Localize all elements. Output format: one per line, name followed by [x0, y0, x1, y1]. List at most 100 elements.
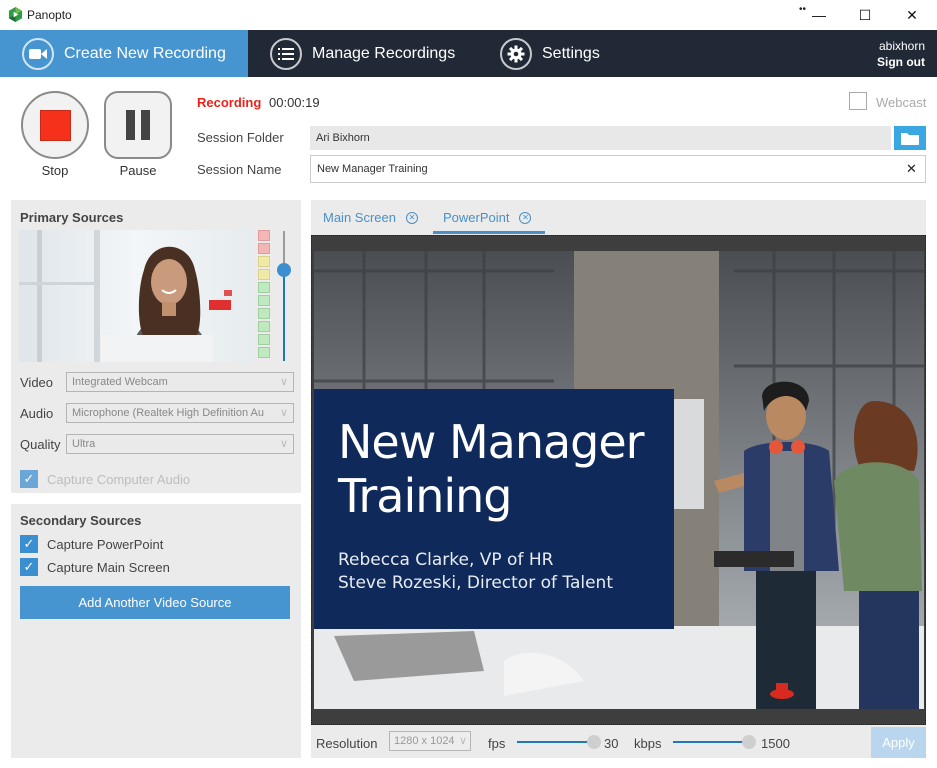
- browse-folder-button[interactable]: [894, 126, 926, 150]
- webcam-preview: [19, 230, 253, 362]
- sign-out-link[interactable]: Sign out: [877, 55, 925, 69]
- title-bar: Panopto •• — ☐ ✕: [0, 0, 937, 30]
- tab-create-new-recording[interactable]: Create New Recording: [0, 30, 248, 77]
- capture-powerpoint-checkbox[interactable]: ✓: [20, 535, 38, 553]
- volume-slider[interactable]: [277, 231, 291, 361]
- fps-slider[interactable]: [517, 741, 593, 743]
- meter-cell-green: [258, 347, 270, 358]
- quality-select[interactable]: Ultra ∨: [66, 434, 294, 454]
- add-video-source-button[interactable]: Add Another Video Source: [20, 586, 290, 619]
- checkmark-icon: ✓: [23, 559, 35, 574]
- elapsed-time: 00:00:19: [269, 95, 320, 110]
- session-folder-field[interactable]: Ari Bixhorn: [310, 126, 891, 150]
- session-name-input[interactable]: New Manager Training: [310, 155, 926, 183]
- tab-label: Settings: [542, 44, 600, 62]
- audio-source-select[interactable]: Microphone (Realtek High Definition Au ∨: [66, 403, 294, 423]
- webcast-checkbox[interactable]: [849, 92, 867, 110]
- volume-slider-thumb[interactable]: [277, 263, 291, 277]
- maximize-icon: ☐: [858, 6, 872, 23]
- video-camera-icon: [22, 37, 54, 70]
- chevron-down-icon: ∨: [279, 407, 288, 419]
- list-icon: [270, 37, 302, 70]
- video-source-select[interactable]: Integrated Webcam ∨: [66, 372, 294, 392]
- meter-cell-yellow: [258, 269, 270, 280]
- output-settings-bar: Resolution 1280 x 1024 ∨ fps 30 kbps 150…: [311, 725, 926, 758]
- video-source-value: Integrated Webcam: [72, 376, 168, 388]
- meter-cell-green: [258, 308, 270, 319]
- apply-button[interactable]: Apply: [871, 727, 926, 758]
- powerpoint-slide: New Manager Training Rebecca Clarke, VP …: [314, 251, 924, 709]
- slide-presenters: Rebecca Clarke, VP of HR Steve Rozeski, …: [338, 549, 613, 595]
- capture-powerpoint-label: Capture PowerPoint: [47, 537, 164, 552]
- webcast-label: Webcast: [876, 95, 927, 110]
- pause-button[interactable]: [104, 91, 172, 159]
- checkmark-icon: ✓: [23, 536, 35, 551]
- pause-icon: [123, 110, 153, 140]
- kbps-slider-thumb[interactable]: [742, 735, 756, 749]
- meter-cell-red: [258, 230, 270, 241]
- secondary-sources-title: Secondary Sources: [20, 513, 142, 528]
- fps-slider-thumb[interactable]: [587, 735, 601, 749]
- primary-sources-panel: Primary Sources Video Integrated Webcam …: [11, 200, 301, 493]
- slide-title-box: New Manager Training Rebecca Clarke, VP …: [314, 389, 674, 629]
- app-title: Panopto: [27, 8, 72, 22]
- capture-computer-audio-checkbox[interactable]: ✓: [20, 470, 38, 488]
- resolution-select[interactable]: 1280 x 1024 ∨: [389, 731, 471, 751]
- tab-label: PowerPoint: [443, 210, 510, 225]
- capture-main-screen-checkbox[interactable]: ✓: [20, 558, 38, 576]
- secondary-sources-panel: Secondary Sources ✓ Capture PowerPoint ✓…: [11, 504, 301, 758]
- chevron-down-icon: ∨: [458, 735, 467, 747]
- gear-icon: [500, 37, 532, 70]
- close-tab-icon[interactable]: ✕: [405, 211, 418, 224]
- panopto-logo-icon: [8, 7, 23, 22]
- stop-icon: [39, 109, 71, 141]
- kbps-slider[interactable]: [673, 741, 745, 743]
- checkmark-icon: ✓: [23, 471, 35, 486]
- kbps-label: kbps: [634, 736, 662, 751]
- audio-level-meter: [258, 230, 271, 360]
- quality-value: Ultra: [72, 438, 96, 450]
- tab-manage-recordings[interactable]: Manage Recordings: [270, 30, 455, 77]
- session-folder-label: Session Folder: [197, 130, 284, 145]
- tab-powerpoint[interactable]: PowerPoint ✕: [443, 210, 532, 225]
- stop-button[interactable]: [21, 91, 89, 159]
- close-icon: ✕: [906, 6, 918, 23]
- chevron-down-icon: ∨: [279, 376, 288, 388]
- chevron-down-icon: ∨: [279, 438, 288, 450]
- quality-label: Quality: [20, 437, 61, 452]
- main-nav: Create New Recording Manage Recordings S…: [0, 30, 937, 77]
- presenter-line: Steve Rozeski, Director of Talent: [338, 573, 613, 593]
- presenter-line: Rebecca Clarke, VP of HR: [338, 550, 554, 570]
- slide-title: New Manager Training: [338, 415, 645, 523]
- meter-cell-red: [258, 243, 270, 254]
- slide-title-line: Training: [338, 469, 513, 523]
- folder-icon: [901, 132, 919, 145]
- username: abixhorn: [878, 39, 925, 53]
- fps-value: 30: [604, 736, 619, 751]
- maximize-button[interactable]: ☐: [842, 0, 888, 30]
- close-tab-icon[interactable]: ✕: [519, 211, 532, 224]
- resolution-label: Resolution: [316, 736, 378, 751]
- tab-settings[interactable]: Settings: [500, 30, 600, 77]
- video-label: Video: [20, 375, 54, 390]
- volume-slider-fill: [283, 270, 285, 361]
- fps-label: fps: [488, 736, 506, 751]
- meter-cell-green: [258, 295, 270, 306]
- preview-stage: New Manager Training Rebecca Clarke, VP …: [311, 235, 926, 725]
- meter-cell-green: [258, 334, 270, 345]
- close-button[interactable]: ✕: [889, 0, 935, 30]
- kbps-value: 1500: [761, 736, 790, 751]
- audio-source-value: Microphone (Realtek High Definition Au: [72, 407, 264, 419]
- meter-cell-green: [258, 321, 270, 332]
- active-tab-indicator: [433, 231, 545, 234]
- minimize-icon: —: [812, 7, 826, 23]
- tab-label: Manage Recordings: [312, 44, 456, 62]
- clear-name-icon[interactable]: ✕: [906, 161, 917, 177]
- recording-status: Recording: [197, 95, 262, 110]
- tab-main-screen[interactable]: Main Screen ✕: [323, 210, 418, 225]
- tab-label: Main Screen: [323, 210, 396, 225]
- meter-cell-green: [258, 282, 270, 293]
- stop-label: Stop: [41, 163, 69, 178]
- minimize-button[interactable]: —: [796, 0, 842, 30]
- capture-main-screen-label: Capture Main Screen: [47, 560, 170, 575]
